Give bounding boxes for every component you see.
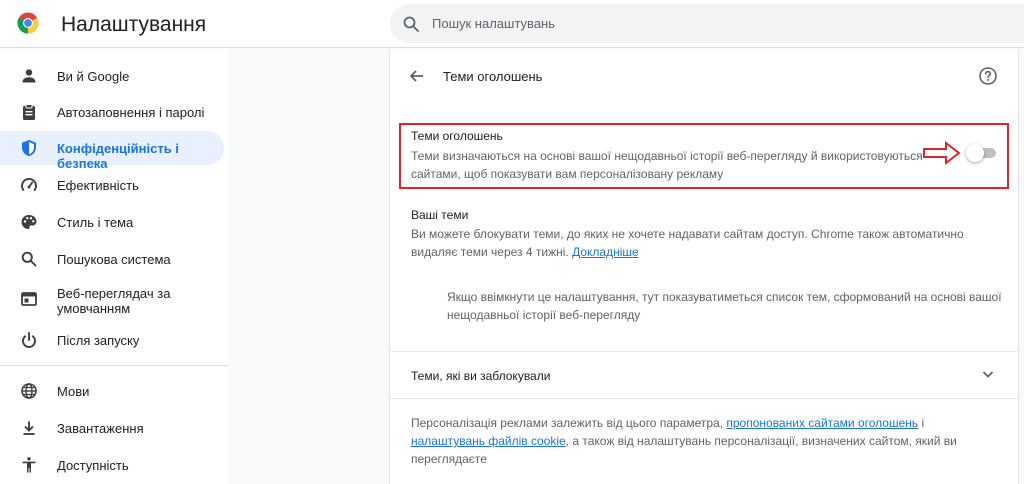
sidebar-item-appearance[interactable]: Стиль і тема	[0, 205, 224, 239]
search-icon	[21, 251, 37, 267]
download-icon	[23, 421, 35, 435]
chrome-logo-icon	[17, 12, 39, 34]
globe-icon	[21, 383, 37, 399]
toggle-thumb	[966, 144, 984, 162]
blocked-topics-label: Теми, які ви заблокували	[411, 369, 551, 383]
sidebar-item-label: Стиль і тема	[57, 215, 134, 230]
speedometer-icon	[21, 177, 37, 191]
your-topics-title: Ваші теми	[411, 208, 469, 222]
search-input[interactable]	[432, 4, 992, 43]
empty-topics-note: Якщо ввімкнути це налаштування, тут пока…	[447, 290, 1002, 322]
ad-topics-description: Теми визначаються на основі вашої нещода…	[411, 149, 923, 181]
your-topics-description: Ви можете блокувати теми, до яких не хоч…	[411, 225, 976, 261]
sidebar-item-languages[interactable]: Мови	[0, 374, 224, 408]
person-icon	[22, 69, 36, 83]
sidebar-item-downloads[interactable]: Завантаження	[0, 411, 224, 445]
ad-topics-title: Теми оголошень	[411, 129, 503, 143]
sidebar-item-label: Доступність	[57, 458, 129, 473]
search-icon	[403, 16, 419, 32]
accessibility-icon	[22, 457, 36, 473]
clipboard-icon	[23, 104, 35, 120]
footer-text: Персоналізація реклами залежить від цьог…	[411, 416, 727, 430]
learn-more-link[interactable]: Докладніше	[572, 245, 639, 259]
footer-note: Персоналізація реклами залежить від цьог…	[411, 414, 1001, 468]
search-box[interactable]	[390, 4, 1024, 43]
sidebar-item-label: Конфіденційність і безпека	[57, 141, 179, 171]
sidebar-item-privacy[interactable]: Конфіденційність і безпека	[0, 131, 224, 171]
cookie-settings-link[interactable]: налаштувань файлів cookie	[411, 434, 566, 448]
ad-topics-toggle[interactable]	[966, 144, 996, 162]
sidebar-item-label: Мови	[57, 384, 90, 399]
help-icon[interactable]	[978, 66, 998, 86]
sidebar-item-on-startup[interactable]: Після запуску	[0, 323, 224, 357]
sidebar-item-search-engine[interactable]: Пошукова система	[0, 242, 224, 276]
sidebar-item-label: Веб-переглядач за умовчанням	[57, 286, 171, 316]
back-arrow-icon[interactable]	[408, 67, 426, 85]
sidebar-item-label: Завантаження	[57, 421, 144, 436]
power-icon	[22, 332, 36, 348]
shield-icon	[22, 140, 36, 157]
sidebar-divider	[0, 365, 228, 366]
sidebar-item-label: Ефективність	[57, 178, 139, 193]
sidebar-item-label: Автозаповнення і паролі	[57, 105, 205, 120]
browser-window-icon	[21, 292, 37, 306]
your-topics-text: Ви можете блокувати теми, до яких не хоч…	[411, 227, 964, 259]
app-title: Налаштування	[61, 13, 207, 36]
sidebar-item-performance[interactable]: Ефективність	[0, 168, 224, 202]
chevron-down-icon	[982, 371, 994, 378]
sidebar-item-label: Після запуску	[57, 333, 140, 348]
red-arrow-icon	[923, 141, 961, 165]
sidebar-item-default-browser[interactable]: Веб-переглядач за умовчанням	[0, 279, 224, 319]
sidebar-item-label: Пошукова система	[57, 252, 171, 267]
section-divider	[390, 398, 1020, 399]
sidebar-item-label: Ви й Google	[57, 69, 130, 84]
blocked-topics-row[interactable]: Теми, які ви заблокували	[390, 352, 1020, 398]
page-title: Теми оголошень	[443, 69, 543, 84]
site-suggested-ads-link[interactable]: пропонованих сайтами оголошень	[726, 416, 918, 430]
palette-icon	[21, 215, 37, 229]
sidebar: Ви й Google Автозаповнення і паролі Конф…	[0, 49, 228, 484]
settings-card: Теми оголошень Теми оголошень Теми визна…	[389, 49, 1020, 484]
footer-text: і	[918, 416, 925, 430]
sidebar-item-accessibility[interactable]: Доступність	[0, 448, 224, 482]
sidebar-item-autofill[interactable]: Автозаповнення і паролі	[0, 95, 224, 129]
top-bar: Налаштування	[0, 0, 1024, 48]
sidebar-item-you-and-google[interactable]: Ви й Google	[0, 59, 224, 93]
